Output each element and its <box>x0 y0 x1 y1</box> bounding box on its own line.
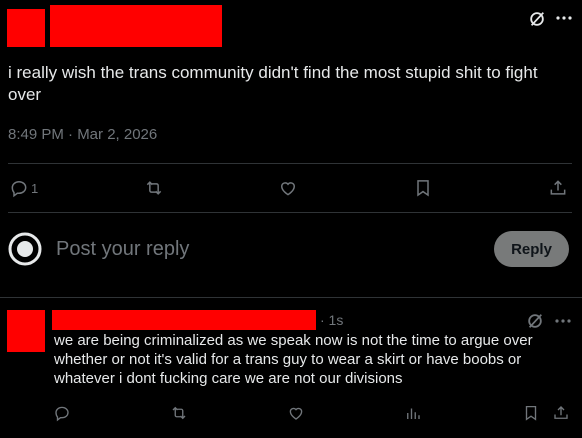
like-action[interactable] <box>278 178 298 198</box>
bookmark-icon <box>417 180 429 197</box>
views-action[interactable] <box>404 404 422 422</box>
repost-icon <box>172 406 186 420</box>
heart-icon <box>280 182 296 196</box>
reply-action[interactable] <box>53 404 71 422</box>
divider <box>0 297 582 298</box>
reply-icon <box>11 180 27 198</box>
reply-avatar-redacted[interactable] <box>7 310 45 352</box>
repost-icon <box>146 181 162 195</box>
avatar[interactable] <box>8 232 42 266</box>
grok-icon[interactable] <box>528 10 546 28</box>
repost-action[interactable] <box>170 404 188 422</box>
reply-count: 1 <box>31 180 39 196</box>
divider <box>8 212 572 213</box>
bookmark-icon <box>525 405 537 421</box>
reply-input[interactable]: Post your reply <box>56 238 189 261</box>
share-icon <box>550 180 566 195</box>
heart-icon <box>289 407 303 420</box>
author-name-redacted[interactable] <box>50 5 222 47</box>
reply-author-redacted[interactable] <box>52 310 316 330</box>
views-icon <box>407 408 420 419</box>
reply-text: we are being criminalized as we speak no… <box>54 332 533 387</box>
reply-timestamp[interactable]: · 1s <box>320 312 343 328</box>
share-action[interactable] <box>552 404 570 422</box>
divider <box>8 163 572 164</box>
share-action[interactable] <box>548 178 568 198</box>
bookmark-action[interactable] <box>522 404 540 422</box>
bookmark-action[interactable] <box>413 178 433 198</box>
reply-action[interactable]: 1 <box>9 178 38 198</box>
more-icon[interactable] <box>553 311 573 331</box>
reply-icon <box>55 406 69 422</box>
repost-action[interactable] <box>144 178 164 198</box>
grok-icon[interactable] <box>526 312 544 330</box>
share-icon <box>554 406 568 419</box>
post-text: i really wish the trans community didn't… <box>8 63 538 104</box>
author-avatar-redacted[interactable] <box>7 9 45 47</box>
like-action[interactable] <box>287 404 305 422</box>
post-timestamp[interactable]: 8:49 PM · Mar 2, 2026 <box>8 126 157 143</box>
more-icon[interactable] <box>554 8 574 28</box>
reply-button[interactable]: Reply <box>494 231 569 267</box>
